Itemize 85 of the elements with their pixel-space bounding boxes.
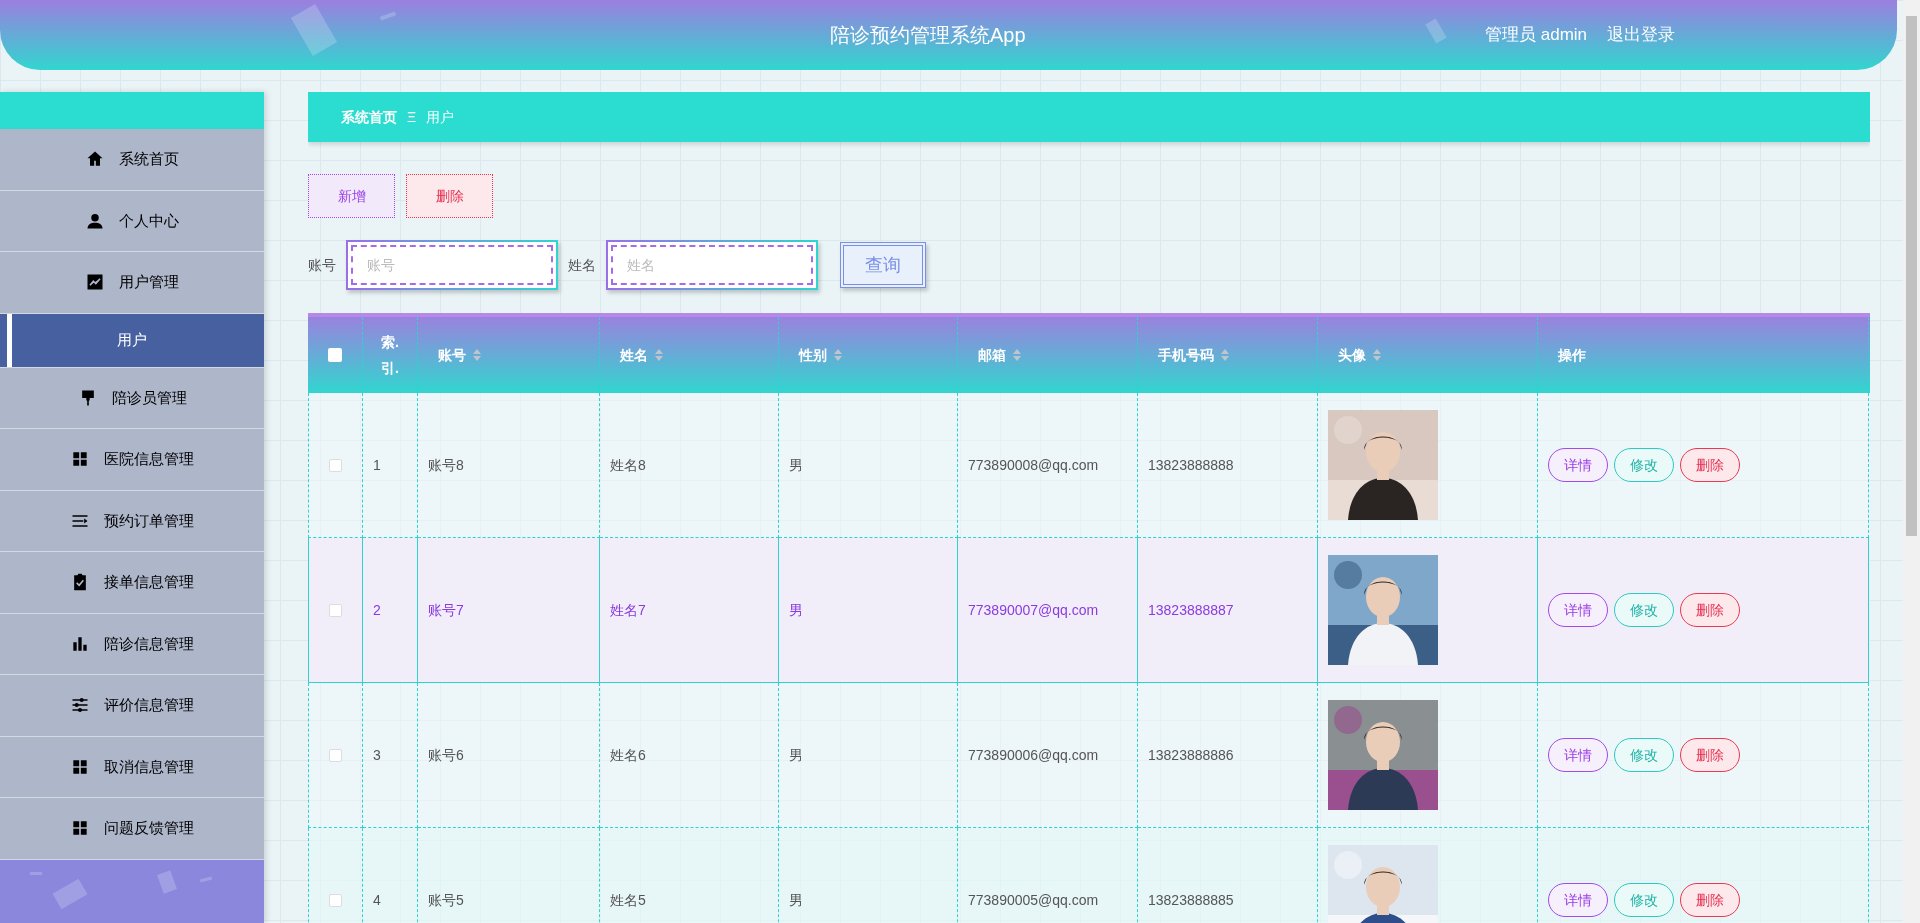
table-cell-text: 773890007@qq.com: [968, 600, 1099, 620]
sidebar-item[interactable]: 问题反馈管理: [0, 798, 264, 860]
details-button[interactable]: 详情: [1548, 738, 1608, 772]
table-cell-text: 男: [789, 745, 803, 765]
sidebar-item[interactable]: 医院信息管理: [0, 429, 264, 491]
table-cell-text: 13823888885: [1148, 890, 1234, 910]
table-cell-text: 773890005@qq.com: [968, 890, 1099, 910]
row-checkbox[interactable]: [329, 748, 342, 762]
table-row[interactable]: 4 账号5 姓名5 男 773890005@qq.com 13823888885 详情 修改 删除: [308, 828, 1870, 923]
table-cell-text: 姓名5: [610, 890, 646, 910]
table-cell-text: 账号8: [428, 455, 464, 475]
sidebar-item[interactable]: 个人中心: [0, 190, 264, 252]
delete-button[interactable]: 删除: [1680, 883, 1740, 917]
table-cell-text: 账号6: [428, 745, 464, 765]
table-cell-text: 13823888886: [1148, 745, 1234, 765]
logout-link[interactable]: 退出登录: [1607, 24, 1675, 46]
column-header: 性别: [799, 345, 827, 365]
column-header: 邮箱: [978, 345, 1006, 365]
delete-button[interactable]: 删除: [406, 174, 493, 218]
chart-icon: [85, 272, 105, 293]
sort-icon[interactable]: [654, 348, 664, 362]
row-checkbox[interactable]: [329, 893, 342, 907]
table-cell-text: 1: [373, 455, 381, 475]
delete-button[interactable]: 删除: [1680, 593, 1740, 627]
sidebar-item[interactable]: 用户: [0, 313, 264, 368]
table-row[interactable]: 3 账号6 姓名6 男 773890006@qq.com 13823888886 详情 修改 删除: [308, 683, 1870, 828]
table-cell-text: 773890008@qq.com: [968, 455, 1099, 475]
table-cell-text: 2: [373, 600, 381, 620]
details-button[interactable]: 详情: [1548, 593, 1608, 627]
table-row[interactable]: 1 账号8 姓名8 男 773890008@qq.com 13823888888 详情 修改 删除: [308, 393, 1870, 538]
column-header: 账号: [438, 345, 466, 365]
sidebar-item[interactable]: 取消信息管理: [0, 736, 264, 798]
table-cell-text: 男: [789, 455, 803, 475]
sidebar-item[interactable]: 接单信息管理: [0, 552, 264, 614]
row-checkbox[interactable]: [329, 458, 342, 472]
app-title: 陪诊预约管理系统App: [830, 23, 1026, 48]
query-button[interactable]: 查询: [840, 242, 926, 288]
table-cell-text: 账号7: [428, 600, 464, 620]
column-header: 操作: [1558, 345, 1586, 365]
table-cell-text: 姓名8: [610, 455, 646, 475]
breadcrumb-separator: Ξ: [407, 107, 417, 127]
sidebar-item[interactable]: 陪诊信息管理: [0, 613, 264, 675]
details-button[interactable]: 详情: [1548, 448, 1608, 482]
sidebar-item[interactable]: 系统首页: [0, 129, 264, 191]
table-cell-text: 773890006@qq.com: [968, 745, 1099, 765]
edit-button[interactable]: 修改: [1614, 593, 1674, 627]
delete-button[interactable]: 删除: [1680, 738, 1740, 772]
table-cell-text: 男: [789, 600, 803, 620]
scrollbar[interactable]: [1903, 0, 1920, 923]
column-header: 头像: [1338, 345, 1366, 365]
table-cell-text: 姓名7: [610, 600, 646, 620]
sort-icon[interactable]: [1012, 348, 1022, 362]
admin-label: 管理员 admin: [1485, 24, 1588, 46]
table-cell-text: 男: [789, 890, 803, 910]
select-all-checkbox[interactable]: [328, 348, 342, 362]
search-field[interactable]: 账号: [346, 240, 558, 290]
table-cell-text: 13823888887: [1148, 600, 1234, 620]
search-field[interactable]: 姓名: [606, 240, 818, 290]
delete-button[interactable]: 删除: [1680, 448, 1740, 482]
table-cell-text: 4: [373, 890, 381, 910]
table-cell-text: 13823888888: [1148, 455, 1234, 475]
table-row[interactable]: 2 账号7 姓名7 男 773890007@qq.com 13823888887 详情 修改 删除: [308, 538, 1870, 683]
sort-icon[interactable]: [833, 348, 843, 362]
edit-button[interactable]: 修改: [1614, 738, 1674, 772]
sort-icon[interactable]: [1220, 348, 1230, 362]
edit-button[interactable]: 修改: [1614, 883, 1674, 917]
sidebar-item[interactable]: 预约订单管理: [0, 490, 264, 552]
sort-icon[interactable]: [472, 348, 482, 362]
column-header: 手机号码: [1158, 345, 1214, 365]
row-checkbox[interactable]: [329, 603, 342, 617]
breadcrumb-current: 用户: [426, 107, 455, 127]
sidebar-item[interactable]: 用户管理: [0, 252, 264, 314]
column-header: 姓名: [620, 345, 648, 365]
details-button[interactable]: 详情: [1548, 883, 1608, 917]
sidebar-item[interactable]: 评价信息管理: [0, 675, 264, 737]
add-button[interactable]: 新增: [308, 174, 395, 218]
table-cell-text: 账号5: [428, 890, 464, 910]
field-label: 账号: [308, 255, 336, 275]
table-cell-text: 3: [373, 745, 381, 765]
edit-button[interactable]: 修改: [1614, 448, 1674, 482]
field-label: 姓名: [568, 255, 596, 275]
sidebar-item[interactable]: 陪诊员管理: [0, 367, 264, 429]
column-header: 索.引.: [380, 333, 400, 378]
sort-icon[interactable]: [1372, 348, 1382, 362]
table-cell-text: 姓名6: [610, 745, 646, 765]
